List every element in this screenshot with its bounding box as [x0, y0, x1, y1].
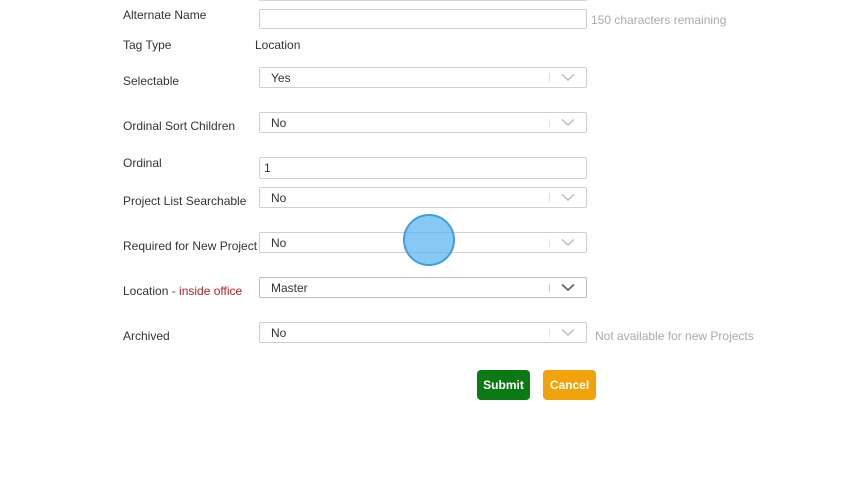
ordinal-input[interactable] — [259, 157, 587, 179]
ordinal-sort-children-select[interactable]: No — [259, 112, 587, 133]
chevron-down-icon — [561, 118, 575, 127]
select-separator — [549, 329, 550, 337]
select-separator — [549, 119, 550, 127]
project-list-searchable-label: Project List Searchable — [123, 194, 247, 208]
project-list-searchable-selected-value: No — [271, 191, 287, 205]
tag-type-value: Location — [255, 38, 301, 52]
previous-field-edge — [259, 0, 587, 1]
chevron-down-icon — [561, 283, 575, 292]
location-select[interactable]: Master — [259, 277, 587, 298]
alternate-name-char-counter: 150 characters remaining — [591, 13, 727, 27]
ordinal-sort-children-selected-value: No — [271, 116, 287, 130]
project-list-searchable-select[interactable]: No — [259, 187, 587, 208]
chevron-down-icon — [561, 193, 575, 202]
ordinal-label: Ordinal — [123, 156, 162, 170]
chevron-down-icon — [561, 73, 575, 82]
required-for-new-project-label: Required for New Project — [123, 239, 258, 253]
tag-type-label: Tag Type — [123, 38, 172, 52]
cancel-button[interactable]: Cancel — [543, 370, 596, 400]
archived-label: Archived — [123, 329, 170, 343]
archived-hint: Not available for new Projects — [595, 329, 754, 343]
alternate-name-label: Alternate Name — [123, 8, 207, 22]
select-separator — [549, 239, 550, 247]
chevron-down-icon — [561, 238, 575, 247]
select-separator — [549, 74, 550, 82]
select-separator — [549, 284, 550, 292]
submit-button[interactable]: Submit — [477, 370, 530, 400]
alternate-name-input[interactable] — [259, 9, 587, 29]
select-separator — [549, 194, 550, 202]
selectable-label: Selectable — [123, 74, 180, 88]
archived-select[interactable]: No — [259, 322, 587, 343]
location-selected-value: Master — [271, 281, 308, 295]
archived-selected-value: No — [271, 326, 287, 340]
location-label: Location - inside office — [123, 284, 242, 298]
ordinal-sort-children-label: Ordinal Sort Children — [123, 119, 236, 133]
touch-indicator — [403, 214, 455, 266]
selectable-select[interactable]: Yes — [259, 67, 587, 88]
required-for-new-project-selected-value: No — [271, 236, 287, 250]
selectable-selected-value: Yes — [271, 71, 291, 85]
location-label-highlight: inside office — [179, 284, 243, 298]
location-label-text: Location — [123, 284, 169, 298]
chevron-down-icon — [561, 328, 575, 337]
location-label-separator: - — [168, 284, 180, 298]
